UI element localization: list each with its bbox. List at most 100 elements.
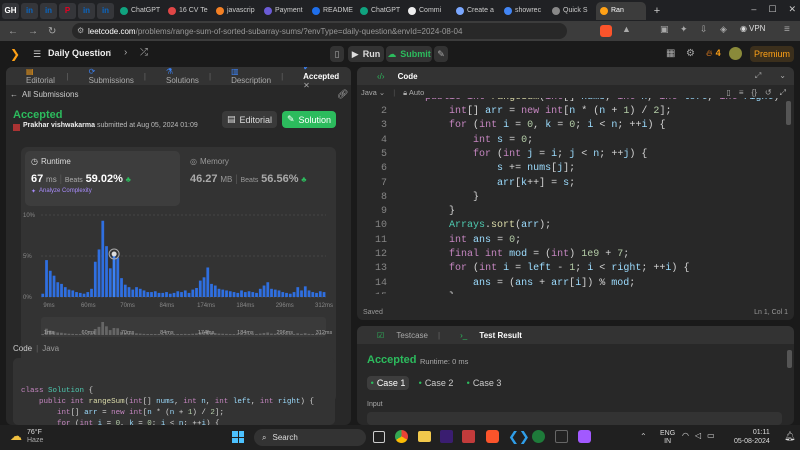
editorial-button[interactable]: ▤ Editorial xyxy=(222,111,277,128)
tab-testcase[interactable]: ☑ Testcase xyxy=(367,331,428,340)
user-name[interactable]: Prakhar vishwakarma xyxy=(23,122,95,129)
all-submissions-link[interactable]: ← All Submissions xyxy=(10,90,78,99)
url-bar[interactable]: ⚙ leetcode.com/problems/range-sum-of-sor… xyxy=(72,23,567,39)
bar[interactable] xyxy=(322,292,326,297)
clock[interactable]: 01:11 05-08-2024 xyxy=(734,428,770,446)
app-icon[interactable] xyxy=(462,430,475,443)
bar[interactable] xyxy=(67,289,71,297)
pinned-tab[interactable]: in xyxy=(21,2,38,19)
browser-tab[interactable]: Quick S xyxy=(548,2,594,20)
bar[interactable] xyxy=(281,292,285,297)
bar[interactable] xyxy=(217,288,221,297)
bar[interactable] xyxy=(157,292,161,297)
bar[interactable] xyxy=(195,287,198,297)
shuffle-icon[interactable]: ⤮ xyxy=(140,47,148,58)
language-indicator[interactable]: ENG IN xyxy=(660,430,675,446)
bar[interactable] xyxy=(176,291,180,297)
bar[interactable] xyxy=(206,267,210,297)
bar[interactable] xyxy=(142,290,146,297)
bar[interactable] xyxy=(97,249,101,297)
notification-bell-icon[interactable]: 🔔︎ xyxy=(784,431,795,442)
bar[interactable] xyxy=(288,293,292,297)
tab-solutions[interactable]: ⚗ Solutions xyxy=(156,67,199,85)
bar[interactable] xyxy=(187,292,191,297)
runtime-box[interactable]: ◷ Runtime 67 ms | Beats 59.02% ♣ ✦ Analyze… xyxy=(25,151,180,206)
sidebar-icon[interactable]: ▣ xyxy=(660,24,669,35)
bar[interactable] xyxy=(150,292,153,297)
figma-icon[interactable] xyxy=(578,430,591,443)
bar[interactable] xyxy=(138,288,142,297)
debug-button[interactable]: ▯ xyxy=(330,46,344,62)
bar[interactable] xyxy=(82,293,86,297)
bar[interactable] xyxy=(228,291,232,297)
bar[interactable] xyxy=(247,291,251,297)
bar[interactable] xyxy=(168,293,172,297)
site-info-icon[interactable]: ⚙ xyxy=(77,26,84,35)
bar[interactable] xyxy=(262,285,266,297)
bar[interactable] xyxy=(236,292,240,297)
github-desktop-icon[interactable] xyxy=(532,430,545,443)
editor-scrollbar[interactable] xyxy=(786,101,791,125)
tab-test-result[interactable]: ›_ Test Result xyxy=(450,331,522,340)
browser-tab[interactable]: Ran xyxy=(596,1,646,20)
bar[interactable] xyxy=(311,292,315,297)
bar[interactable] xyxy=(303,286,307,297)
bar[interactable] xyxy=(232,292,236,297)
language-select[interactable]: Java ⌄ xyxy=(361,88,385,98)
bar[interactable] xyxy=(202,277,206,297)
bar[interactable] xyxy=(71,290,75,297)
auto-toggle[interactable]: 🔒︎ Auto xyxy=(403,88,424,98)
terminal-app-icon[interactable] xyxy=(555,430,568,443)
start-button[interactable] xyxy=(232,431,244,443)
close-tab-icon[interactable]: ✕ xyxy=(303,81,310,90)
maximize-panel-icon[interactable]: ⤢ xyxy=(755,71,761,81)
vscode-icon[interactable]: ❮❯ xyxy=(508,429,530,445)
wallet-icon[interactable]: ◈ xyxy=(720,24,727,35)
memory-box[interactable]: ◎ Memory 46.27 MB | Beats 56.56% ♣ xyxy=(186,151,334,206)
collapse-panel-icon[interactable]: ⌄ xyxy=(779,71,786,81)
bar[interactable] xyxy=(243,292,247,297)
browser-tab[interactable]: Create a xyxy=(452,2,498,20)
bar[interactable] xyxy=(52,275,56,297)
bar[interactable] xyxy=(48,270,52,297)
tab-accepted[interactable]: ✔ Accepted ✕ xyxy=(293,67,351,90)
bar[interactable] xyxy=(210,283,213,297)
bar[interactable] xyxy=(240,290,243,297)
bar[interactable] xyxy=(285,292,288,297)
tab-editorial[interactable]: ▤ Editorial xyxy=(16,67,56,85)
bar[interactable] xyxy=(258,288,262,297)
next-problem-icon[interactable]: › xyxy=(124,47,127,58)
bar[interactable] xyxy=(292,292,296,297)
brave-shield-icon[interactable] xyxy=(600,25,612,37)
reset-icon[interactable]: ↺ xyxy=(765,88,772,98)
tray-overflow-icon[interactable]: ⌃ xyxy=(640,432,647,441)
bar[interactable] xyxy=(255,292,258,297)
browser-tab[interactable]: ChatGPT xyxy=(356,2,402,20)
file-explorer-icon[interactable] xyxy=(418,431,431,442)
rewards-icon[interactable]: ▲ xyxy=(622,24,631,34)
bar[interactable] xyxy=(63,287,67,297)
bar[interactable] xyxy=(86,292,90,297)
bar[interactable] xyxy=(105,246,108,297)
bar[interactable] xyxy=(153,291,157,297)
bar[interactable] xyxy=(116,257,120,297)
bar[interactable] xyxy=(135,287,138,297)
bar[interactable] xyxy=(172,292,176,297)
analyze-complexity-link[interactable]: ✦ Analyze Complexity xyxy=(31,188,92,195)
tab-submissions[interactable]: ⟳ Submissions xyxy=(79,67,134,85)
bar[interactable] xyxy=(60,283,63,297)
browser-tab[interactable]: Payment xyxy=(260,2,306,20)
solution-button[interactable]: ✎ Solution xyxy=(282,111,336,128)
ide-icon[interactable] xyxy=(440,430,453,443)
bar[interactable] xyxy=(146,292,150,297)
bar[interactable] xyxy=(221,289,225,297)
task-view-icon[interactable] xyxy=(373,431,385,443)
weather-widget[interactable]: 76°F Haze xyxy=(27,429,43,445)
streak-counter[interactable]: 🔥︎ 4 xyxy=(706,48,721,59)
notebook-icon[interactable]: ▯ xyxy=(726,88,730,98)
bar[interactable] xyxy=(315,292,318,297)
browser-tab[interactable]: Commi xyxy=(404,2,450,20)
back-icon[interactable]: ← xyxy=(8,26,18,37)
pinned-tab[interactable]: in xyxy=(78,2,95,19)
pinned-tab[interactable]: GH xyxy=(2,2,19,19)
